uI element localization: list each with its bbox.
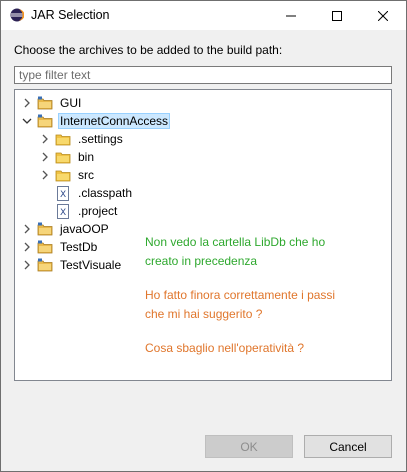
annotation-line-4: che mi hai suggerito ? <box>145 307 263 321</box>
folder-icon <box>55 131 71 147</box>
chevron-down-icon[interactable] <box>21 112 33 130</box>
maximize-button[interactable] <box>314 1 360 30</box>
xml-file-icon: X <box>55 203 71 219</box>
tree-item-label: GUI <box>60 96 82 110</box>
window-title: JAR Selection <box>31 8 110 22</box>
filter-input[interactable] <box>14 66 392 84</box>
chevron-right-icon[interactable] <box>39 130 51 148</box>
tree-item-label: TestDb <box>60 240 98 254</box>
chevron-right-icon[interactable] <box>21 94 33 112</box>
minimize-icon <box>286 15 296 16</box>
svg-text:X: X <box>60 190 66 200</box>
tree-item-bin[interactable]: bin <box>39 148 96 166</box>
tree-item-javaoop[interactable]: javaOOP <box>21 220 111 238</box>
minimize-button[interactable] <box>268 1 314 30</box>
chevron-right-icon[interactable] <box>39 166 51 184</box>
tree-item-classpath[interactable]: X .classpath <box>51 184 134 202</box>
tree-item-label: InternetConnAccess <box>58 113 171 129</box>
chevron-right-icon[interactable] <box>21 220 33 238</box>
annotation-line-2: creato in precedenza <box>145 254 258 268</box>
tree-item-label: .classpath <box>78 186 133 200</box>
maximize-icon <box>332 10 342 21</box>
tree-item-internetconnaccess[interactable]: InternetConnAccess <box>21 112 171 130</box>
eclipse-icon <box>10 8 25 22</box>
tree-item-settings[interactable]: .settings <box>39 130 125 148</box>
folder-icon <box>55 167 71 183</box>
tree-item-project[interactable]: X .project <box>51 202 119 220</box>
annotation-line-5: Cosa sbaglio nell'operatività ? <box>145 341 305 355</box>
xml-file-icon: X <box>55 185 71 201</box>
annotation-line-1: Non vedo la cartella LibDb che ho <box>145 235 326 249</box>
project-folder-icon <box>37 239 53 255</box>
tree-item-testvisuale[interactable]: TestVisuale <box>21 256 123 274</box>
project-folder-icon <box>37 113 53 129</box>
tree-item-src[interactable]: src <box>39 166 96 184</box>
project-folder-icon <box>37 95 53 111</box>
cancel-button[interactable]: Cancel <box>304 435 392 458</box>
annotation-line-3: Ho fatto finora correttamente i passi <box>145 288 336 302</box>
jar-selection-dialog: JAR Selection Choose the archives to be … <box>0 0 407 472</box>
project-folder-icon <box>37 257 53 273</box>
close-icon <box>378 10 388 21</box>
instruction-label: Choose the archives to be added to the b… <box>14 43 283 57</box>
title-bar[interactable]: JAR Selection <box>1 1 406 30</box>
tree-item-gui[interactable]: GUI <box>21 94 83 112</box>
tree-item-label: .project <box>78 204 118 218</box>
chevron-right-icon[interactable] <box>21 238 33 256</box>
tree-item-label: src <box>78 168 94 182</box>
ok-button[interactable]: OK <box>205 435 293 458</box>
tree-item-label: bin <box>78 150 95 164</box>
chevron-right-icon[interactable] <box>21 256 33 274</box>
close-button[interactable] <box>360 1 406 30</box>
tree-item-testdb[interactable]: TestDb <box>21 238 99 256</box>
folder-icon <box>55 149 71 165</box>
chevron-right-icon[interactable] <box>39 148 51 166</box>
tree-item-label: .settings <box>78 132 123 146</box>
project-folder-icon <box>37 221 53 237</box>
tree-item-label: TestVisuale <box>60 258 122 272</box>
archive-tree[interactable]: GUI InternetConnAccess .settings bin src <box>14 89 392 381</box>
svg-text:X: X <box>60 208 66 218</box>
tree-item-label: javaOOP <box>60 222 109 236</box>
